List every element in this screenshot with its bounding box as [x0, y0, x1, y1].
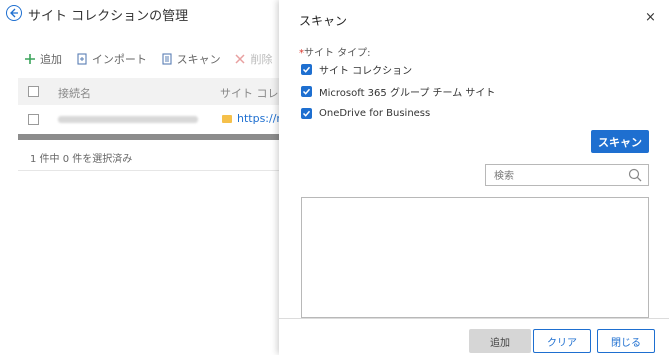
clear-button[interactable]: クリア [533, 329, 591, 353]
table-row[interactable]: https://m [18, 106, 280, 134]
close-icon[interactable]: × [645, 10, 656, 25]
delete-label: 削除 [250, 53, 273, 66]
add-label: 追加 [40, 53, 62, 66]
column-header-site-collection[interactable]: サイト コレクション [220, 85, 280, 101]
blurred-connection-name [58, 116, 198, 123]
plus-icon [24, 53, 36, 65]
folder-icon [222, 115, 232, 123]
option-label: Microsoft 365 グループ チーム サイト [319, 87, 496, 99]
import-label: インポート [91, 53, 147, 66]
site-url-link[interactable]: https://m [237, 112, 280, 125]
search-icon[interactable] [628, 168, 642, 185]
option-site-collection[interactable]: サイト コレクション [301, 62, 413, 77]
option-m365-group-team-site[interactable]: Microsoft 365 グループ チーム サイト [301, 84, 496, 99]
scan-button-toolbar[interactable]: スキャン [161, 51, 221, 67]
add-button[interactable]: 追加 [24, 51, 62, 67]
selection-summary: 1 件中 0 件を選択済み [30, 154, 133, 165]
delete-icon [234, 53, 246, 65]
check-icon[interactable] [301, 107, 312, 119]
close-button[interactable]: 閉じる [597, 329, 655, 353]
add-button-footer[interactable]: 追加 [469, 329, 531, 353]
scan-panel: スキャン × *サイト タイプ: サイト コレクション Microsoft 36… [279, 0, 669, 355]
delete-button[interactable]: 削除 [234, 51, 272, 67]
option-label: サイト コレクション [319, 65, 413, 77]
search-box [485, 164, 649, 186]
column-header-connection-name[interactable]: 接続名 [58, 85, 91, 101]
scan-icon [161, 53, 173, 65]
scan-button[interactable]: スキャン [591, 130, 649, 153]
toolbar: 追加 インポート スキャン 削除 [24, 51, 282, 67]
scan-results-list[interactable] [301, 197, 649, 318]
import-button[interactable]: インポート [76, 51, 147, 67]
scan-label: スキャン [176, 53, 221, 66]
back-arrow-icon[interactable] [6, 5, 22, 21]
check-icon[interactable] [301, 85, 312, 97]
divider [18, 170, 280, 171]
panel-footer: 追加 クリア 閉じる [279, 318, 669, 355]
site-type-label: *サイト タイプ: [299, 44, 371, 59]
check-icon[interactable] [301, 63, 312, 75]
horizontal-scrollbar[interactable] [18, 134, 280, 140]
select-all-checkbox[interactable] [28, 86, 39, 97]
import-icon [76, 53, 88, 65]
option-label: OneDrive for Business [319, 107, 431, 119]
row-checkbox[interactable] [28, 114, 39, 125]
table-header: 接続名 サイト コレクション [18, 78, 280, 105]
page-title: サイト コレクションの管理 [28, 9, 189, 24]
option-onedrive-for-business[interactable]: OneDrive for Business [301, 106, 430, 120]
site-type-text: サイト タイプ: [304, 48, 371, 59]
panel-title: スキャン [299, 14, 348, 28]
search-input[interactable] [492, 166, 626, 186]
page-header: サイト コレクションの管理 [0, 0, 290, 30]
